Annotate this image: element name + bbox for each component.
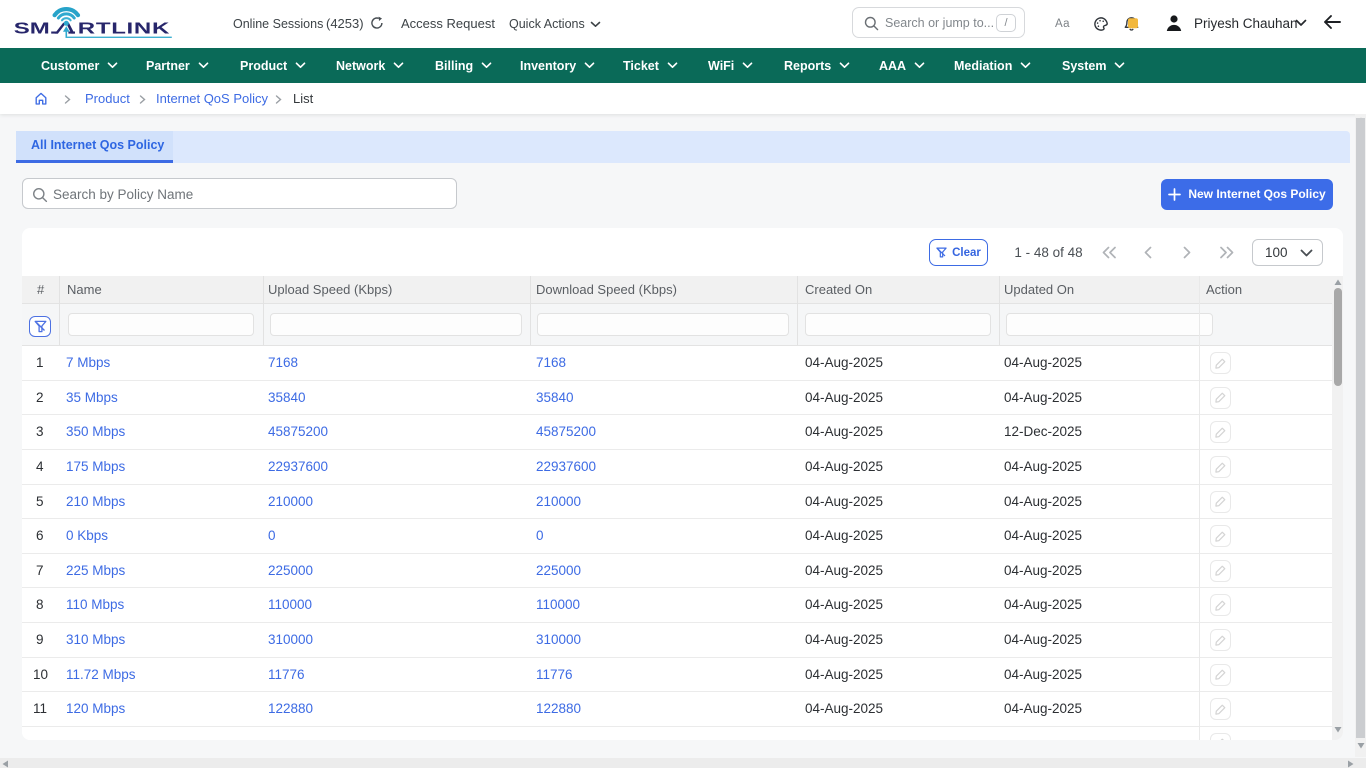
svg-text:RTLINK: RTLINK — [78, 21, 170, 38]
svg-text:SM: SM — [14, 21, 50, 38]
